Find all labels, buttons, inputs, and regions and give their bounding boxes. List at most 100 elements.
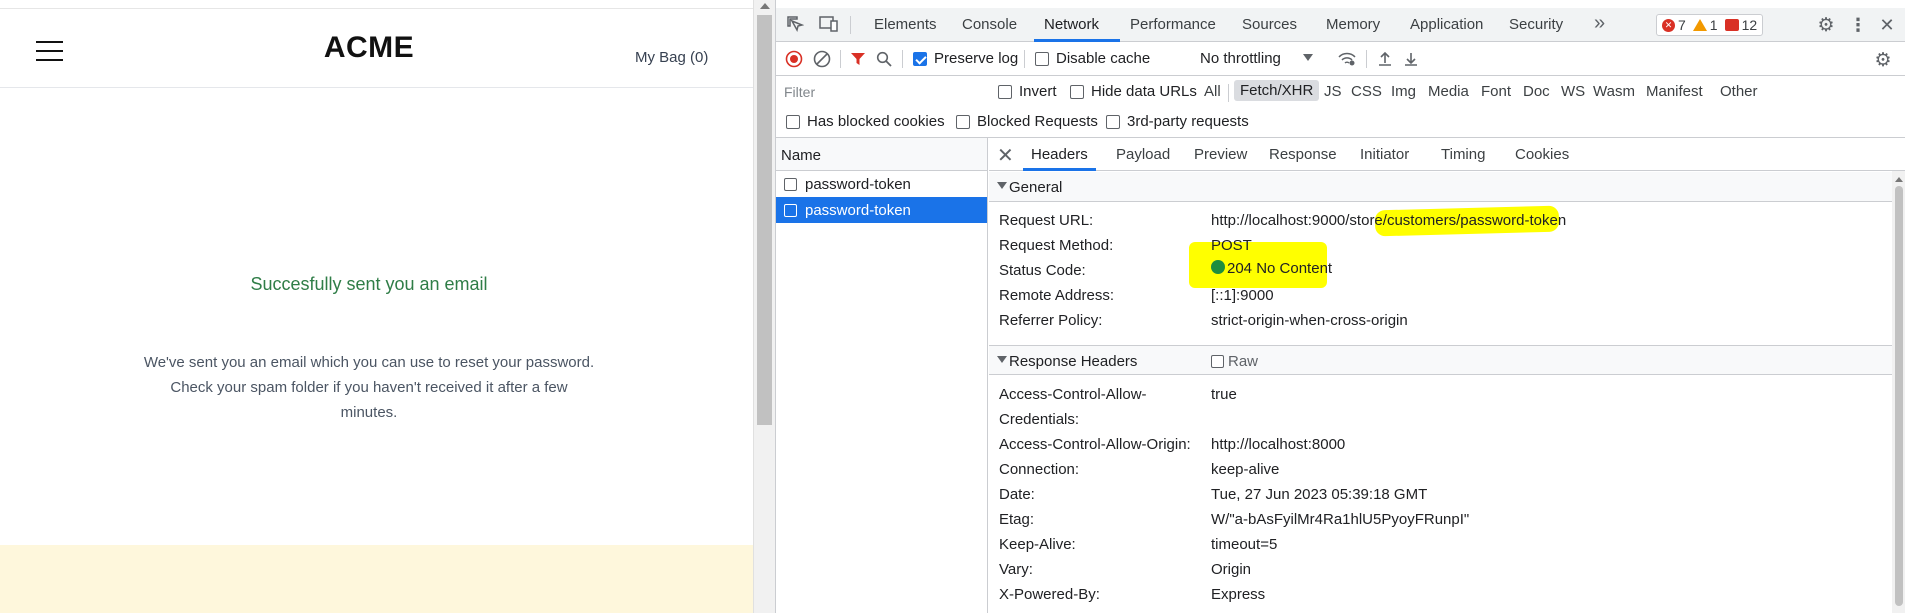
tab-application[interactable]: Application: [1410, 16, 1483, 33]
tab-cookies[interactable]: Cookies: [1515, 146, 1569, 163]
checkbox-unchecked[interactable]: [1035, 51, 1049, 66]
filter-type-doc[interactable]: Doc: [1523, 83, 1550, 100]
clear-icon[interactable]: [812, 49, 832, 69]
filter-type-fetch-xhr[interactable]: Fetch/XHR: [1234, 80, 1320, 101]
request-list: Name password-token password-token: [776, 138, 988, 613]
import-har-icon[interactable]: [1374, 48, 1396, 70]
status-code-label: Status Code:: [999, 262, 1086, 279]
header-value: keep-alive: [1211, 461, 1280, 478]
checkbox-checked[interactable]: [913, 51, 927, 66]
filter-type-manifest[interactable]: Manifest: [1646, 83, 1703, 100]
request-row[interactable]: password-token: [776, 171, 987, 197]
tab-timing[interactable]: Timing: [1441, 146, 1485, 163]
checkbox-unchecked[interactable]: [998, 84, 1012, 99]
raw-checkbox[interactable]: Raw: [1211, 353, 1258, 370]
network-conditions-icon[interactable]: [1336, 48, 1358, 70]
navbar: ACME My Bag (0): [0, 9, 753, 88]
header-name-continued: Credentials:: [999, 411, 1080, 428]
has-blocked-cookies-checkbox[interactable]: Has blocked cookies: [786, 113, 945, 130]
network-toolbar: Preserve log Disable cache No throttling…: [776, 42, 1905, 76]
more-tabs-icon[interactable]: »: [1594, 12, 1605, 35]
checkbox-unchecked[interactable]: [1211, 355, 1224, 368]
request-checkbox[interactable]: [784, 177, 797, 191]
export-har-icon[interactable]: [1400, 48, 1422, 70]
chevron-down-icon: [1303, 54, 1314, 61]
response-headers-section-header[interactable]: Response Headers Raw: [989, 345, 1892, 375]
tab-memory[interactable]: Memory: [1326, 16, 1380, 33]
close-devtools-icon[interactable]: ✕: [1876, 13, 1898, 37]
header-name: Keep-Alive:: [999, 536, 1076, 553]
disable-cache-checkbox[interactable]: Disable cache: [1035, 50, 1150, 67]
header-value: Express: [1211, 586, 1266, 603]
tab-sources[interactable]: Sources: [1242, 16, 1297, 33]
search-icon[interactable]: [874, 49, 894, 69]
tab-performance[interactable]: Performance: [1130, 16, 1216, 33]
details-scrollbar[interactable]: [1892, 171, 1905, 613]
separator: [1228, 84, 1229, 102]
more-options-icon[interactable]: ⋮: [1848, 13, 1868, 37]
my-bag-link[interactable]: My Bag (0): [635, 49, 708, 66]
status-code-text: 204 No Content: [1227, 260, 1333, 277]
general-section-header[interactable]: General: [989, 172, 1892, 202]
filter-type-js[interactable]: JS: [1324, 83, 1342, 100]
separator: [850, 16, 851, 34]
tab-preview[interactable]: Preview: [1194, 146, 1247, 163]
header-name: Connection:: [999, 461, 1080, 478]
warning-icon: [1692, 19, 1707, 31]
filter-type-other[interactable]: Other: [1720, 83, 1758, 100]
reset-message-line: minutes.: [340, 404, 398, 421]
name-column-header[interactable]: Name: [776, 138, 987, 171]
filter-bar: Invert Hide data URLs All Fetch/XHR JS C…: [776, 76, 1905, 108]
issues-counter[interactable]: ✕ 7 1 12: [1656, 14, 1764, 36]
hide-data-urls-checkbox[interactable]: Hide data URLs: [1070, 83, 1197, 100]
request-checkbox[interactable]: [784, 203, 797, 217]
filter-type-font[interactable]: Font: [1481, 83, 1511, 100]
tab-network[interactable]: Network: [1044, 16, 1099, 33]
filter-type-wasm[interactable]: Wasm: [1593, 83, 1635, 100]
tab-response[interactable]: Response: [1269, 146, 1337, 163]
general-title: General: [1009, 179, 1063, 196]
device-toolbar-icon[interactable]: [818, 13, 840, 35]
invert-checkbox[interactable]: Invert: [998, 83, 1057, 100]
third-party-requests-checkbox[interactable]: 3rd-party requests: [1106, 113, 1249, 130]
tab-headers[interactable]: Headers: [1031, 146, 1088, 163]
network-settings-gear-icon[interactable]: ⚙: [1871, 48, 1895, 72]
throttling-select[interactable]: No throttling: [1200, 50, 1314, 67]
throttling-value: No throttling: [1200, 50, 1281, 67]
filter-type-css[interactable]: CSS: [1351, 83, 1382, 100]
filter-type-img[interactable]: Img: [1391, 83, 1416, 100]
reset-message: We've sent you an email which you can us…: [124, 350, 614, 425]
checkbox-unchecked[interactable]: [1106, 114, 1120, 129]
scroll-up-arrow-icon[interactable]: [1895, 177, 1903, 182]
request-method-value: POST: [1211, 237, 1252, 254]
header-name: X-Powered-By:: [999, 586, 1100, 603]
page-scrollbar[interactable]: [753, 0, 775, 613]
tab-initiator[interactable]: Initiator: [1360, 146, 1409, 163]
scrollbar-thumb[interactable]: [1895, 186, 1903, 606]
scroll-up-arrow-icon[interactable]: [760, 3, 770, 9]
hide-data-urls-label: Hide data URLs: [1091, 83, 1197, 100]
tab-security[interactable]: Security: [1509, 16, 1563, 33]
close-details-icon[interactable]: ✕: [997, 143, 1014, 168]
record-icon[interactable]: [784, 49, 804, 69]
scrollbar-thumb[interactable]: [757, 15, 772, 425]
filter-icon[interactable]: [848, 49, 868, 69]
blocked-requests-checkbox[interactable]: Blocked Requests: [956, 113, 1098, 130]
details-tabbar: ✕ Headers Payload Preview Response Initi…: [989, 138, 1905, 171]
tab-elements[interactable]: Elements: [874, 16, 937, 33]
checkbox-unchecked[interactable]: [1070, 84, 1084, 99]
preserve-log-checkbox[interactable]: Preserve log: [913, 50, 1018, 67]
checkbox-unchecked[interactable]: [786, 114, 800, 129]
filter-type-all[interactable]: All: [1204, 83, 1221, 100]
filter-input[interactable]: [780, 81, 985, 103]
filter-type-ws[interactable]: WS: [1561, 83, 1585, 100]
tab-payload[interactable]: Payload: [1116, 146, 1170, 163]
settings-gear-icon[interactable]: ⚙: [1814, 13, 1838, 37]
checkbox-unchecked[interactable]: [956, 114, 970, 129]
devtools-panel: Elements Console Network Performance Sou…: [775, 0, 1905, 613]
inspect-element-icon[interactable]: [784, 13, 806, 35]
request-row-selected[interactable]: password-token: [776, 197, 987, 223]
tab-console[interactable]: Console: [962, 16, 1017, 33]
brand-logo[interactable]: ACME: [0, 31, 738, 65]
filter-type-media[interactable]: Media: [1428, 83, 1469, 100]
